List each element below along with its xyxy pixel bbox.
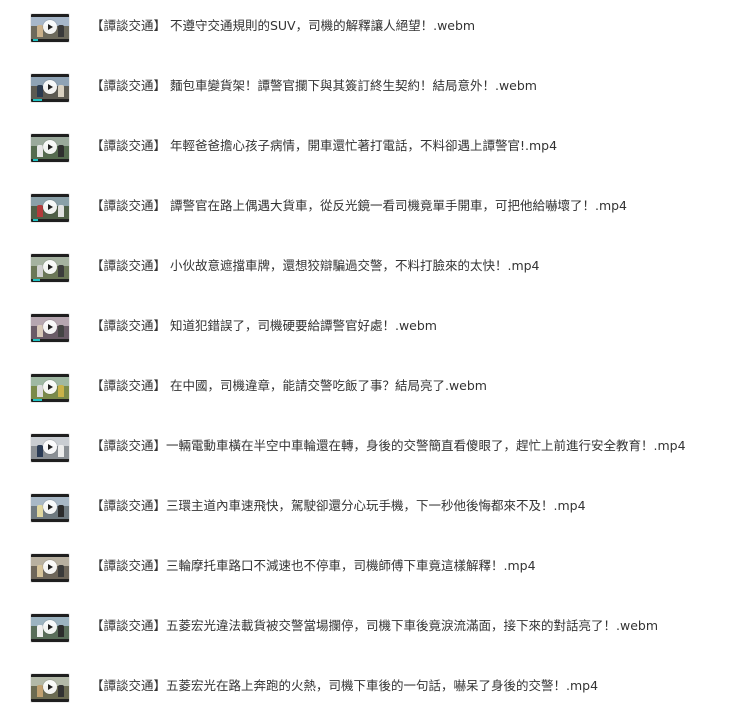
thumbnail-figure	[58, 385, 64, 397]
thumbnail-figure	[58, 25, 64, 37]
thumbnail-letterbox-top	[31, 134, 69, 137]
play-icon	[43, 200, 57, 214]
thumbnail-figure	[58, 205, 64, 217]
file-list-item[interactable]: 【譚談交通】 麵包車變貨架！譚警官攔下與其簽訂終生契約！結局意外！.webm	[0, 72, 751, 112]
file-name: 【譚談交通】 麵包車變貨架！譚警官攔下與其簽訂終生契約！結局意外！.webm	[91, 78, 537, 93]
file-list-item[interactable]: 【譚談交通】 在中國，司機違章，能請交警吃飯了事？結局亮了.webm	[0, 372, 751, 412]
play-icon	[43, 320, 57, 334]
file-list-item[interactable]: 【譚談交通】五菱宏光違法載貨被交警當場攔停，司機下車後竟淚流滿面，接下來的對話亮…	[0, 612, 751, 652]
video-thumbnail-icon	[31, 74, 69, 102]
play-icon	[43, 560, 57, 574]
thumbnail-letterbox-top	[31, 674, 69, 677]
thumbnail-letterbox-bottom	[31, 699, 69, 702]
file-name: 【譚談交通】一輛電動車橫在半空中車輪還在轉，身後的交警簡直看傻眼了，趕忙上前進行…	[91, 438, 686, 453]
thumbnail-letterbox-top	[31, 194, 69, 197]
file-name: 【譚談交通】 不遵守交通規則的SUV，司機的解釋讓人絕望！.webm	[91, 18, 476, 33]
play-icon	[43, 260, 57, 274]
video-thumbnail-icon	[31, 494, 69, 522]
play-icon	[43, 140, 57, 154]
file-name: 【譚談交通】 年輕爸爸擔心孩子病情，開車還忙著打電話，不料卻遇上譚警官!.mp4	[91, 138, 558, 153]
playback-progress-bar	[33, 279, 40, 281]
thumbnail-figure	[58, 145, 64, 157]
file-list-item[interactable]: 【譚談交通】一輛電動車橫在半空中車輪還在轉，身後的交警簡直看傻眼了，趕忙上前進行…	[0, 432, 751, 472]
file-list-item[interactable]: 【譚談交通】 年輕爸爸擔心孩子病情，開車還忙著打電話，不料卻遇上譚警官!.mp4	[0, 132, 751, 172]
playback-progress-bar	[33, 159, 38, 161]
video-thumbnail-icon	[31, 134, 69, 162]
thumbnail-letterbox-bottom	[31, 459, 69, 462]
thumbnail-figure	[58, 265, 64, 277]
video-thumbnail-icon	[31, 314, 69, 342]
file-list-item[interactable]: 【譚談交通】三環主道內車速飛快，駕駛卻還分心玩手機，下一秒他後悔都來不及！.mp…	[0, 492, 751, 532]
thumbnail-letterbox-bottom	[31, 519, 69, 522]
thumbnail-figure	[58, 625, 64, 637]
thumbnail-letterbox-bottom	[31, 639, 69, 642]
playback-progress-bar	[33, 339, 40, 341]
file-name: 【譚談交通】 在中國，司機違章，能請交警吃飯了事？結局亮了.webm	[91, 378, 487, 393]
thumbnail-letterbox-top	[31, 494, 69, 497]
thumbnail-letterbox-top	[31, 374, 69, 377]
thumbnail-figure	[58, 505, 64, 517]
thumbnail-letterbox-top	[31, 434, 69, 437]
thumbnail-letterbox-top	[31, 554, 69, 557]
playback-progress-bar	[33, 219, 38, 221]
thumbnail-letterbox-top	[31, 254, 69, 257]
file-list-item[interactable]: 【譚談交通】五菱宏光在路上奔跑的火熱，司機下車後的一句話，嚇呆了身後的交警！.m…	[0, 672, 751, 712]
thumbnail-figure	[58, 685, 64, 697]
video-thumbnail-icon	[31, 14, 69, 42]
file-list: 【譚談交通】 不遵守交通規則的SUV，司機的解釋讓人絕望！.webm 【譚談交通】…	[0, 0, 751, 716]
file-list-item[interactable]: 【譚談交通】 知道犯錯誤了，司機硬要給譚警官好處！.webm	[0, 312, 751, 352]
thumbnail-figure	[58, 325, 64, 337]
file-list-item[interactable]: 【譚談交通】 譚警官在路上偶遇大貨車，從反光鏡一看司機竟單手開車，可把他給嚇壞了…	[0, 192, 751, 232]
playback-progress-bar	[33, 99, 42, 101]
thumbnail-figure	[58, 85, 64, 97]
thumbnail-letterbox-top	[31, 614, 69, 617]
play-icon	[43, 680, 57, 694]
file-name: 【譚談交通】五菱宏光在路上奔跑的火熱，司機下車後的一句話，嚇呆了身後的交警！.m…	[91, 678, 599, 693]
file-name: 【譚談交通】三環主道內車速飛快，駕駛卻還分心玩手機，下一秒他後悔都來不及！.mp…	[91, 498, 586, 513]
play-icon	[43, 500, 57, 514]
file-name: 【譚談交通】 小伙故意遮擋車牌，還想狡辯騙過交警，不料打臉來的太快！.mp4	[91, 258, 540, 273]
play-icon	[43, 620, 57, 634]
play-icon	[43, 20, 57, 34]
thumbnail-letterbox-top	[31, 74, 69, 77]
file-name: 【譚談交通】 知道犯錯誤了，司機硬要給譚警官好處！.webm	[91, 318, 437, 333]
file-list-item[interactable]: 【譚談交通】 小伙故意遮擋車牌，還想狡辯騙過交警，不料打臉來的太快！.mp4	[0, 252, 751, 292]
video-thumbnail-icon	[31, 554, 69, 582]
video-thumbnail-icon	[31, 194, 69, 222]
video-thumbnail-icon	[31, 674, 69, 702]
video-thumbnail-icon	[31, 374, 69, 402]
playback-progress-bar	[33, 39, 38, 41]
playback-progress-bar	[33, 399, 42, 401]
video-thumbnail-icon	[31, 254, 69, 282]
thumbnail-letterbox-bottom	[31, 579, 69, 582]
thumbnail-letterbox-top	[31, 314, 69, 317]
video-thumbnail-icon	[31, 614, 69, 642]
thumbnail-figure	[58, 445, 64, 457]
file-list-item[interactable]: 【譚談交通】 不遵守交通規則的SUV，司機的解釋讓人絕望！.webm	[0, 12, 751, 52]
play-icon	[43, 440, 57, 454]
thumbnail-figure	[58, 565, 64, 577]
file-name: 【譚談交通】五菱宏光違法載貨被交警當場攔停，司機下車後竟淚流滿面，接下來的對話亮…	[91, 618, 659, 633]
video-thumbnail-icon	[31, 434, 69, 462]
file-name: 【譚談交通】三輪摩托車路口不減速也不停車，司機師傅下車竟這樣解釋！.mp4	[91, 558, 536, 573]
play-icon	[43, 80, 57, 94]
play-icon	[43, 380, 57, 394]
file-name: 【譚談交通】 譚警官在路上偶遇大貨車，從反光鏡一看司機竟單手開車，可把他給嚇壞了…	[91, 198, 628, 213]
file-list-item[interactable]: 【譚談交通】三輪摩托車路口不減速也不停車，司機師傅下車竟這樣解釋！.mp4	[0, 552, 751, 592]
thumbnail-letterbox-top	[31, 14, 69, 17]
